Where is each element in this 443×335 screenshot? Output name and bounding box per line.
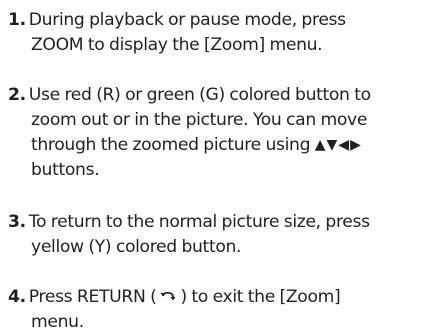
step-3-line-1: 3. To return to the normal picture size, … [8, 210, 438, 235]
step-text: During playback or pause mode, press [28, 10, 346, 30]
step-3-line-2: yellow (Y) colored button. [31, 237, 242, 257]
direction-arrows-icon: ▲▼◀▶ [314, 137, 362, 153]
step-4: 4. Press RETURN ( ) to exit the [Zoom] me… [8, 285, 438, 335]
step-4-line-2: menu. [31, 312, 84, 332]
step-number: 3. [8, 212, 26, 232]
step-2-line-2: zoom out or in the picture. You can move [31, 110, 368, 130]
step-1: 1. During playback or pause mode, press Z… [8, 8, 438, 58]
step-number: 4. [8, 287, 26, 307]
step-2-line-1: 2. Use red (R) or green (G) colored butto… [8, 83, 438, 108]
step-text: Press RETURN ( [28, 287, 157, 307]
step-text: Use red (R) or green (G) colored button … [28, 85, 371, 105]
step-2-line-4: buttons. [31, 160, 100, 180]
step-3: 3. To return to the normal picture size, … [8, 210, 438, 260]
step-1-line-1: 1. During playback or pause mode, press [8, 8, 438, 33]
step-1-line-2: ZOOM to display the [Zoom] menu. [31, 35, 323, 55]
step-2: 2. Use red (R) or green (G) colored butto… [8, 83, 438, 183]
step-2-line-3: through the zoomed picture using ▲▼◀▶ [8, 133, 438, 158]
step-text: through the zoomed picture using [31, 135, 311, 155]
step-number: 1. [8, 10, 26, 30]
step-4-line-1: 4. Press RETURN ( ) to exit the [Zoom] [8, 285, 438, 310]
step-text: To return to the normal picture size, pr… [28, 212, 370, 232]
step-number: 2. [8, 85, 26, 105]
instruction-steps: 1. During playback or pause mode, press Z… [0, 0, 443, 332]
step-text: ) to exit the [Zoom] [180, 287, 341, 307]
return-icon [160, 291, 176, 301]
